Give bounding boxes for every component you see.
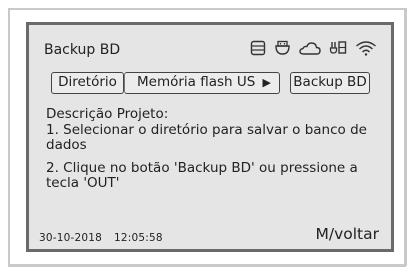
cloud-icon (299, 40, 321, 56)
backup-bd-button[interactable]: Backup BD (290, 72, 370, 94)
description-step-1: 1. Selecionar o diretório para salvar o … (46, 121, 367, 153)
device-screen: Backup BD Diretório Memória flash US ▶ B… (26, 22, 394, 252)
bezel-edge-top (8, 8, 406, 10)
chevron-right-icon: ▶ (262, 76, 271, 89)
time-text: 12:05:58 (114, 232, 163, 244)
description-heading: Descrição Projeto: (46, 106, 169, 122)
wifi-icon (355, 40, 377, 56)
device-bezel: Backup BD Diretório Memória flash US ▶ B… (0, 0, 414, 269)
storage-location-select[interactable]: Memória flash US ▶ (124, 72, 280, 94)
bezel-edge-left (8, 8, 10, 266)
usb-device-icon (274, 40, 291, 56)
storage-location-value: Memória flash US (137, 74, 256, 90)
bezel-edge-right (404, 8, 407, 266)
status-bar (250, 38, 377, 58)
page-title: Backup BD (44, 42, 121, 58)
storage-icon (250, 40, 266, 56)
datetime-display: 30-10-2018 12:05:58 (39, 232, 163, 244)
back-button[interactable]: M/voltar (315, 225, 379, 243)
ethernet-icon (329, 40, 347, 56)
directory-button[interactable]: Diretório (51, 72, 124, 94)
description-step-2: 2. Clique no botão 'Backup BD' ou pressi… (46, 159, 358, 191)
date-text: 30-10-2018 (39, 232, 103, 244)
project-description: Descrição Projeto: 1. Selecionar o diret… (46, 106, 386, 192)
bezel-edge-bottom (8, 264, 406, 267)
